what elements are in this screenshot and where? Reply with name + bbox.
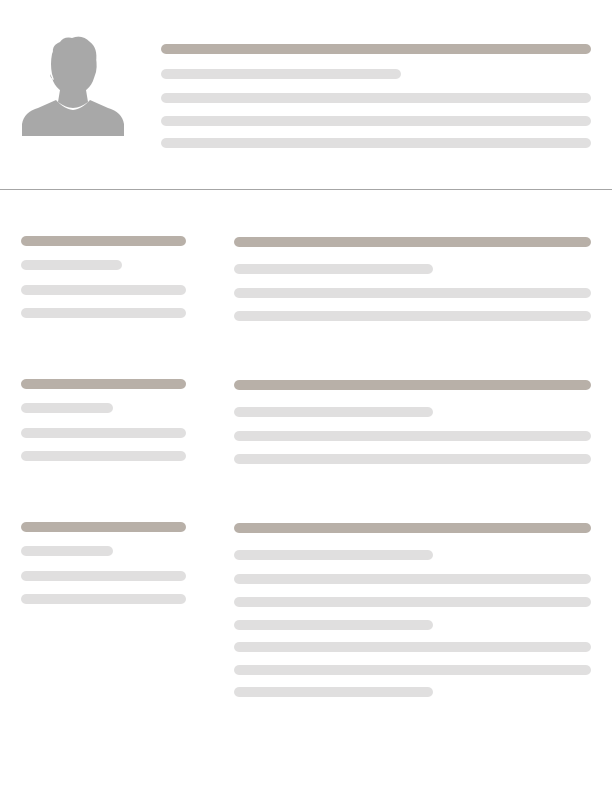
section-main-text-bar xyxy=(234,311,591,321)
header-heading-bar xyxy=(161,44,591,54)
header-text-bar xyxy=(161,116,591,126)
section-main-heading-bar xyxy=(234,380,591,390)
section-sidebar-text-bar xyxy=(21,285,186,295)
section-main-text-bar xyxy=(234,454,591,464)
header-text-bar xyxy=(161,93,591,103)
section-sidebar-text-bar xyxy=(21,451,186,461)
section-sidebar-text-bar xyxy=(21,571,186,581)
section-main-text-bar xyxy=(234,620,433,630)
header-divider xyxy=(0,189,612,190)
person-silhouette-icon xyxy=(22,36,124,136)
section-main-text-bar xyxy=(234,288,591,298)
section-main-heading-bar xyxy=(234,237,591,247)
section-main-text-bar xyxy=(234,642,591,652)
section-sidebar-text-bar xyxy=(21,594,186,604)
header-text-bar xyxy=(161,138,591,148)
section-main-text-bar xyxy=(234,574,591,584)
section-main-text-bar xyxy=(234,431,591,441)
section-sidebar-text-bar xyxy=(21,428,186,438)
section-main-text-bar xyxy=(234,264,433,274)
section-sidebar-text-bar xyxy=(21,403,113,413)
section-sidebar-text-bar xyxy=(21,546,113,556)
section-sidebar-text-bar xyxy=(21,308,186,318)
section-main-text-bar xyxy=(234,687,433,697)
section-main-heading-bar xyxy=(234,523,591,533)
section-sidebar-text-bar xyxy=(21,260,122,270)
section-main-text-bar xyxy=(234,665,591,675)
section-sidebar-heading-bar xyxy=(21,236,186,246)
section-sidebar-heading-bar xyxy=(21,379,186,389)
section-main-text-bar xyxy=(234,407,433,417)
section-sidebar-heading-bar xyxy=(21,522,186,532)
header-text-bar xyxy=(161,69,401,79)
section-main-text-bar xyxy=(234,597,591,607)
section-main-text-bar xyxy=(234,550,433,560)
